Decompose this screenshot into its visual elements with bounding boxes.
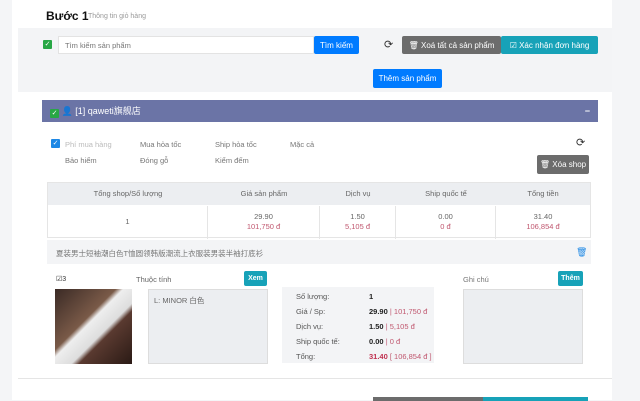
- step-title: Bước 1: [46, 9, 89, 23]
- service-cny: 1.50: [350, 212, 365, 221]
- delete-all-button[interactable]: 🗑 Xoá tất cả sản phẩm: [402, 36, 501, 54]
- td-total: 31.40 106,854 đ: [496, 206, 590, 239]
- option-mac-ca[interactable]: Mặc cả: [290, 140, 314, 149]
- collapse-button[interactable]: −: [585, 100, 590, 122]
- ship-cny: 0.00: [438, 212, 453, 221]
- product-image: [55, 289, 132, 364]
- service-vnd: 5,105 đ: [344, 222, 371, 231]
- shop-name: [1] qaweti旗舰店: [75, 106, 141, 116]
- user-icon: 👤: [61, 106, 73, 116]
- bottom-gray-button[interactable]: [373, 397, 483, 401]
- th-price: Giá sản phẩm: [240, 189, 288, 198]
- option-kiem-dem[interactable]: Kiểm đếm: [215, 156, 249, 165]
- shop-checkbox[interactable]: ✓: [50, 109, 59, 118]
- detail-ship: 0.00 | 0 đ: [369, 337, 400, 346]
- td-ship: 0.00 0 đ: [396, 206, 496, 239]
- detail-price-vnd: | 101,750 đ: [389, 307, 428, 316]
- option-checkbox-checked[interactable]: ✓: [51, 139, 60, 148]
- td-qty: 1: [48, 206, 208, 239]
- detail-service: 1.50 | 5,105 đ: [369, 322, 415, 331]
- search-button[interactable]: Tìm kiếm: [314, 36, 359, 54]
- select-all-checkbox[interactable]: ✓: [43, 40, 52, 49]
- th-total-qty: Tổng shop/Số lượng: [93, 189, 163, 198]
- divider: [18, 378, 612, 379]
- search-input[interactable]: [58, 36, 314, 54]
- confirm-order-label: Xác nhận đơn hàng: [519, 40, 590, 50]
- bottom-teal-button[interactable]: [483, 397, 588, 401]
- note-textarea[interactable]: [463, 289, 583, 364]
- td-price: 29.90 101,750 đ: [208, 206, 320, 239]
- option-mua-hoa-toc[interactable]: Mua hỏa tốc: [140, 140, 181, 149]
- detail-total-label: Tổng:: [296, 352, 316, 361]
- detail-ship-value: 0.00: [369, 337, 384, 346]
- add-note-button[interactable]: Thêm: [558, 271, 583, 286]
- option-phi-mua-hang[interactable]: Phí mua hàng: [65, 140, 112, 149]
- view-attribute-button[interactable]: Xem: [244, 271, 267, 286]
- th-ship: Ship quốc tế: [425, 189, 467, 198]
- confirm-order-button[interactable]: ☑ Xác nhận đơn hàng: [501, 36, 598, 54]
- td-service: 1.50 5,105 đ: [320, 206, 396, 239]
- detail-qty-value: 1: [369, 292, 374, 301]
- price-cny: 29.90: [254, 212, 273, 221]
- page: Bước 1 Thông tin giỏ hàng ✓ Tìm kiếm ⟳ 🗑…: [12, 0, 612, 401]
- shop-header[interactable]: ✓ 👤 [1] qaweti旗舰店 −: [42, 100, 598, 122]
- delete-shop-label: Xóa shop: [552, 160, 587, 169]
- refresh-icon[interactable]: ⟳: [384, 38, 393, 51]
- add-product-button[interactable]: Thêm sản phẩm: [373, 69, 442, 88]
- detail-total-value: 31.40: [369, 352, 388, 361]
- option-bao-hiem[interactable]: Bảo hiểm: [65, 156, 97, 165]
- detail-total-vnd: [ 106,854 đ ]: [389, 352, 432, 361]
- option-dong-go[interactable]: Đóng gỗ: [140, 156, 168, 165]
- th-total: Tổng tiền: [527, 189, 559, 198]
- detail-service-value: 1.50: [369, 322, 384, 331]
- product-checkbox[interactable]: ☑3: [56, 275, 66, 283]
- attribute-textarea[interactable]: L: MINOR 白色: [148, 289, 268, 364]
- ship-vnd: 0 đ: [440, 222, 451, 231]
- detail-price-value: 29.90: [369, 307, 388, 316]
- detail-qty-label: Số lượng:: [296, 292, 330, 301]
- detail-price: 29.90 | 101,750 đ: [369, 307, 427, 316]
- delete-product-icon[interactable]: 🗑: [576, 247, 587, 258]
- delete-all-label: Xoá tất cả sản phẩm: [421, 40, 495, 50]
- th-service: Dịch vụ: [345, 189, 371, 198]
- delete-shop-button[interactable]: 🗑 Xóa shop: [537, 155, 589, 174]
- detail-price-label: Giá / Sp:: [296, 307, 326, 316]
- attribute-label: Thuộc tính: [136, 275, 172, 284]
- note-label: Ghi chú: [463, 275, 489, 284]
- product-title[interactable]: 夏装男士短袖潮白色T恤圆领韩版潮流上衣服装男装半袖打底衫: [56, 248, 263, 259]
- detail-service-vnd: | 5,105 đ: [385, 322, 415, 331]
- step-subtitle: Thông tin giỏ hàng: [88, 13, 146, 20]
- option-ship-hoa-toc[interactable]: Ship hỏa tốc: [215, 140, 257, 149]
- price-vnd: 101,750 đ: [246, 222, 281, 231]
- detail-ship-label: Ship quốc tế:: [296, 337, 340, 346]
- shop-summary-table: Tổng shop/Số lượng Giá sản phẩm Dịch vụ …: [47, 182, 591, 239]
- detail-total: 31.40 [ 106,854 đ ]: [369, 352, 432, 361]
- total-vnd: 106,854 đ: [526, 222, 560, 231]
- shop-refresh-icon[interactable]: ⟳: [576, 136, 585, 149]
- detail-ship-vnd: | 0 đ: [385, 337, 401, 346]
- product-checkbox-label: 3: [62, 276, 67, 283]
- total-cny: 31.40: [533, 212, 553, 221]
- detail-service-label: Dịch vụ:: [296, 322, 324, 331]
